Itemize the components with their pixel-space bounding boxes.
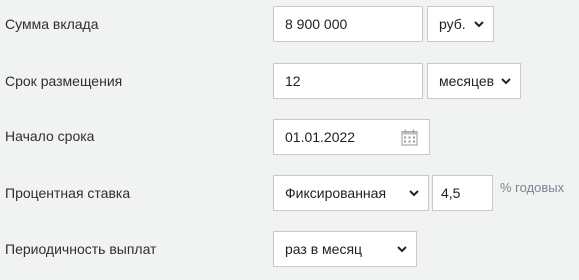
currency-select[interactable]: руб. (427, 6, 494, 42)
start-date-value: 01.01.2022 (285, 129, 356, 145)
term-unit-selected: месяцев (439, 73, 495, 89)
start-date-input[interactable]: 01.01.2022 (273, 119, 430, 155)
term-unit-select[interactable]: месяцев (427, 63, 521, 99)
rate-type-select[interactable]: Фиксированная (273, 175, 429, 211)
interest-rate-row: Процентная ставка Фиксированная 4,5 % го… (0, 168, 579, 224)
rate-type-selected: Фиксированная (285, 185, 387, 201)
interest-rate-unit: % годовых (500, 180, 565, 195)
term-row: Срок размещения 12 месяцев (0, 56, 579, 112)
payout-frequency-selected: раз в месяц (285, 241, 363, 257)
start-date-label: Начало срока (5, 128, 95, 144)
chevron-down-icon (397, 246, 407, 253)
term-input[interactable]: 12 (273, 63, 423, 99)
deposit-amount-input[interactable]: 8 900 000 (273, 6, 423, 42)
term-label: Срок размещения (5, 73, 123, 89)
chevron-down-icon (501, 78, 511, 85)
start-date-row: Начало срока 01.01.2022 (0, 112, 579, 168)
term-value: 12 (285, 73, 301, 89)
deposit-amount-value: 8 900 000 (285, 16, 348, 32)
deposit-amount-row: Сумма вклада 8 900 000 руб. (0, 0, 579, 56)
currency-selected: руб. (439, 16, 466, 32)
calendar-icon[interactable] (401, 129, 418, 146)
chevron-down-icon (474, 21, 484, 28)
interest-rate-label: Процентная ставка (5, 185, 131, 201)
payout-frequency-label: Периодичность выплат (5, 241, 157, 257)
payout-frequency-row: Периодичность выплат раз в месяц (0, 224, 579, 280)
deposit-amount-label: Сумма вклада (5, 16, 99, 32)
interest-rate-input[interactable]: 4,5 (432, 175, 493, 211)
payout-frequency-select[interactable]: раз в месяц (273, 231, 417, 267)
chevron-down-icon (409, 190, 419, 197)
interest-rate-value: 4,5 (441, 185, 461, 201)
